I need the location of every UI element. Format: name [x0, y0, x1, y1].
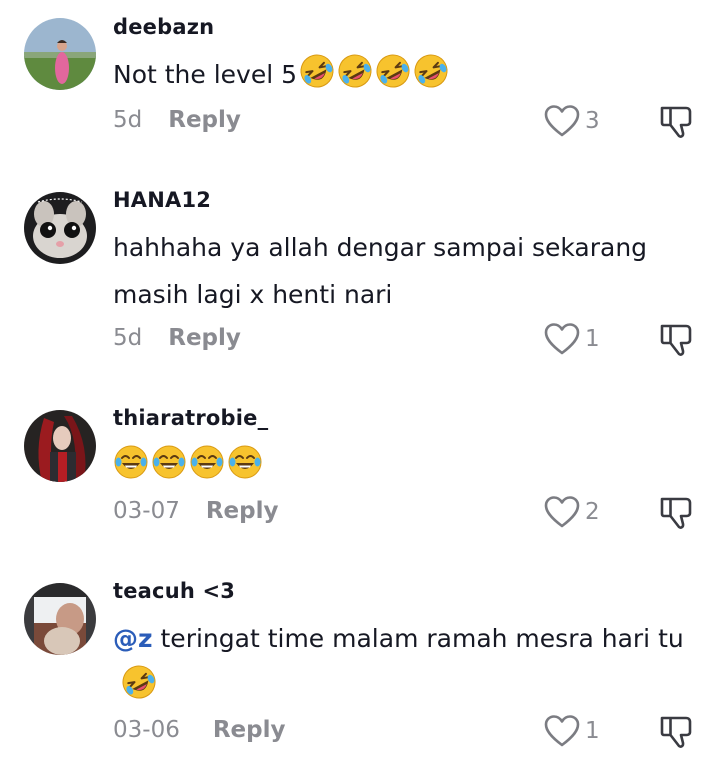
like-button[interactable]: 2: [543, 494, 600, 530]
joy-emoji: [151, 444, 187, 480]
heart-outline-icon: [543, 103, 581, 139]
like-button[interactable]: 1: [543, 321, 600, 357]
reply-button[interactable]: Reply: [213, 717, 286, 743]
comment-text-body: teringat time malam ramah mesra hari tu: [152, 624, 684, 653]
heart-outline-icon: [543, 494, 581, 530]
comment-text: hahhaha ya allah dengar sampai sekarang …: [113, 224, 703, 318]
avatar-photo: [24, 583, 96, 655]
rofl-emoji: [121, 664, 157, 700]
joy-emoji: [227, 444, 263, 480]
mention-link[interactable]: @z: [113, 624, 153, 653]
comments-screen: { "comments": [ { "username": "deebazn",…: [0, 0, 720, 760]
like-button[interactable]: 3: [543, 103, 600, 139]
joy-emoji: [189, 444, 225, 480]
like-count: 2: [585, 499, 600, 525]
comment-time: 03-07: [113, 498, 180, 524]
rofl-emoji: [413, 53, 449, 89]
dislike-button[interactable]: [656, 492, 696, 532]
avatar[interactable]: [24, 410, 96, 482]
comment-time: 5d: [113, 325, 143, 351]
like-count: 1: [585, 326, 600, 352]
joy-emoji: [113, 444, 149, 480]
avatar[interactable]: [24, 192, 96, 264]
comment-text: [113, 442, 703, 489]
comment-meta: 03-07 Reply: [113, 498, 279, 524]
avatar-photo: [24, 192, 96, 264]
rofl-emoji: [299, 53, 335, 89]
comment-time: 03-06: [113, 717, 180, 743]
reply-button[interactable]: Reply: [168, 325, 241, 351]
comment-time: 5d: [113, 107, 143, 133]
avatar[interactable]: [24, 583, 96, 655]
comment-text-body: Not the level 5: [113, 60, 298, 89]
comment-username[interactable]: thiaratrobie_: [113, 406, 268, 430]
thumbs-down-icon: [656, 492, 696, 532]
thumbs-down-icon: [656, 319, 696, 359]
comment-meta: 5d Reply: [113, 325, 241, 351]
comment-text: @z teringat time malam ramah mesra hari …: [113, 615, 703, 709]
reply-button[interactable]: Reply: [168, 107, 241, 133]
thumbs-down-icon: [656, 711, 696, 751]
comment-text: Not the level 5: [113, 51, 703, 98]
thumbs-down-icon: [656, 101, 696, 141]
reply-button[interactable]: Reply: [206, 498, 279, 524]
dislike-button[interactable]: [656, 319, 696, 359]
comment-meta: 5d Reply: [113, 107, 241, 133]
like-button[interactable]: 1: [543, 713, 600, 749]
heart-outline-icon: [543, 321, 581, 357]
heart-outline-icon: [543, 713, 581, 749]
comment-username[interactable]: HANA12: [113, 188, 211, 212]
avatar[interactable]: [24, 18, 96, 90]
comment-username[interactable]: deebazn: [113, 15, 214, 39]
like-count: 1: [585, 718, 600, 744]
like-count: 3: [585, 108, 600, 134]
comment-username[interactable]: teacuh <3: [113, 579, 235, 603]
avatar-photo: [24, 18, 96, 90]
dislike-button[interactable]: [656, 711, 696, 751]
rofl-emoji: [337, 53, 373, 89]
rofl-emoji: [375, 53, 411, 89]
comment-text-body: hahhaha ya allah dengar sampai sekarang …: [113, 233, 648, 309]
avatar-photo: [24, 410, 96, 482]
comment-meta: 03-06 Reply: [113, 717, 286, 743]
dislike-button[interactable]: [656, 101, 696, 141]
